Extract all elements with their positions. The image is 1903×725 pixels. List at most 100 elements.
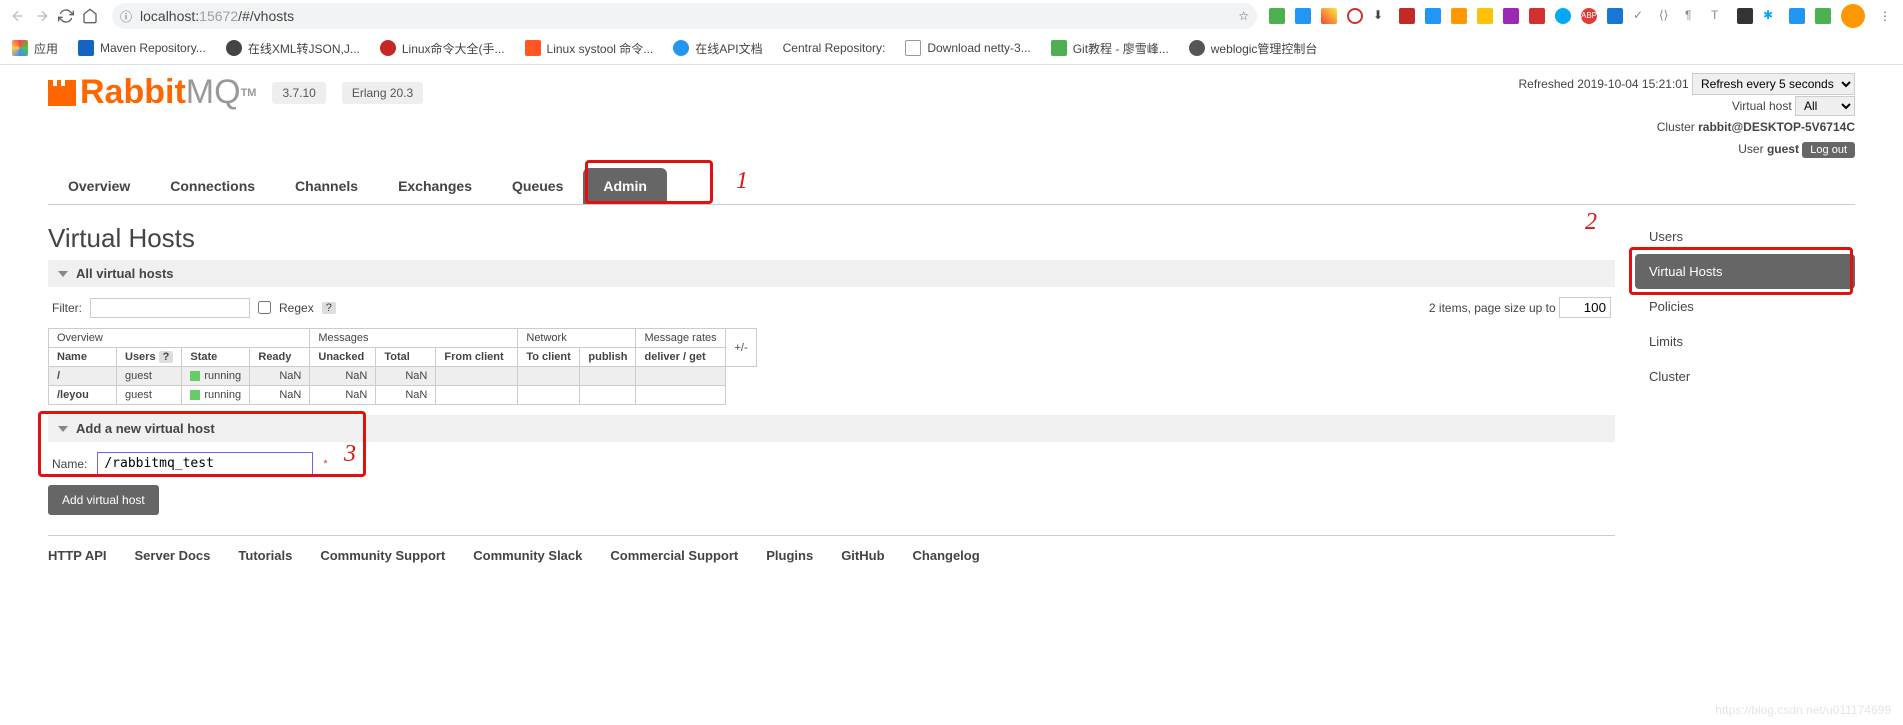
sidebar-item-limits[interactable]: Limits [1635,324,1855,359]
ext-icon[interactable] [1529,8,1545,24]
bookmark-item[interactable]: Git教程 - 廖雪峰... [1051,40,1169,57]
bookmark-item[interactable]: 在线XML转JSON,J... [226,40,360,57]
rabbit-icon [48,80,76,106]
admin-sidebar: 2 Users Virtual Hosts Policies Limits Cl… [1635,215,1855,575]
bookmark-apps[interactable]: 应用 [12,40,58,57]
rabbitmq-logo: RabbitMQTM [48,73,256,112]
browser-chrome: ⓘ localhost:15672/#/vhosts ☆ ⬇ ABP ✓ ⟨⟩ … [0,0,1903,65]
vhost-label: Virtual host [1732,99,1792,113]
vhost-name-input[interactable] [97,452,313,475]
columns-toggle[interactable]: +/- [726,329,756,367]
ext-icon[interactable] [1321,8,1337,24]
ext-icon[interactable] [1425,8,1441,24]
version-badge: 3.7.10 [272,82,325,104]
tab-admin[interactable]: Admin [583,168,667,204]
page-size-input[interactable] [1559,297,1611,318]
table-row[interactable]: /leyou guest running NaN NaN NaN [49,386,757,405]
section-add-vhost[interactable]: Add a new virtual host [48,415,1615,442]
ext-icon[interactable] [1555,8,1571,24]
menu-icon[interactable]: ⋮ [1875,6,1895,26]
ext-icon[interactable] [1269,8,1285,24]
required-indicator: * [323,458,327,470]
vhost-select[interactable]: All [1795,96,1855,116]
watermark: https://blog.csdn.net/u011174699 [1715,703,1891,717]
footer-link[interactable]: HTTP API [48,548,107,563]
regex-checkbox[interactable] [258,301,271,314]
annotation-num-2: 2 [1585,209,1597,236]
table-row[interactable]: / guest running NaN NaN NaN [49,367,757,386]
footer-link[interactable]: Commercial Support [610,548,738,563]
ext-icon[interactable] [1789,8,1805,24]
footer-link[interactable]: Community Slack [473,548,582,563]
name-label: Name: [52,457,87,471]
items-count: 2 items, page size up to [1429,301,1556,315]
tab-connections[interactable]: Connections [150,168,275,204]
bookmark-item[interactable]: Linux命令大全(手... [380,40,505,57]
sidebar-item-policies[interactable]: Policies [1635,289,1855,324]
back-icon[interactable] [8,6,28,26]
refresh-interval-select[interactable]: Refresh every 5 seconds [1692,73,1855,95]
extension-icons: ⬇ ABP ✓ ⟨⟩ ¶ T ✱ ⋮ [1269,4,1895,28]
running-indicator-icon [190,371,200,381]
url-bar[interactable]: ⓘ localhost:15672/#/vhosts ☆ [112,3,1257,29]
toggle-icon [58,426,68,432]
url-host: localhost: [140,8,199,24]
ext-icon[interactable] [1477,8,1493,24]
ext-icon[interactable] [1451,8,1467,24]
ext-icon[interactable] [1503,8,1519,24]
bookmark-item[interactable]: Central Repository: [783,41,886,55]
url-port: 15672 [199,8,238,24]
footer-link[interactable]: Server Docs [135,548,211,563]
footer-link[interactable]: GitHub [841,548,884,563]
sidebar-item-users[interactable]: Users [1635,219,1855,254]
toggle-icon [58,271,68,277]
ext-icon[interactable] [1737,8,1753,24]
logo-area: RabbitMQTM 3.7.10 Erlang 20.3 [48,73,423,112]
section-all-vhosts[interactable]: All virtual hosts [48,260,1615,287]
running-indicator-icon [190,390,200,400]
footer-link[interactable]: Changelog [913,548,980,563]
filter-input[interactable] [90,298,250,318]
vhosts-table: Overview Messages Network Message rates … [48,328,757,405]
ext-icon[interactable] [1295,8,1311,24]
bookmark-item[interactable]: Download netty-3... [905,40,1030,56]
bookmark-item[interactable]: 在线API文档 [673,40,762,57]
help-icon[interactable]: ? [322,302,336,314]
annotation-num-3: 3 [344,441,356,468]
tab-overview[interactable]: Overview [48,168,150,204]
annotation-num-1: 1 [736,168,748,195]
user-value: guest [1767,142,1799,156]
user-label: User [1738,142,1763,156]
ext-icon[interactable] [1347,8,1363,24]
tab-exchanges[interactable]: Exchanges [378,168,492,204]
cluster-value: rabbit@DESKTOP-5V6714C [1698,120,1855,134]
sidebar-item-vhosts[interactable]: Virtual Hosts [1635,254,1855,289]
add-vhost-button[interactable]: Add virtual host [48,485,159,515]
tab-channels[interactable]: Channels [275,168,378,204]
status-area: Refreshed 2019-10-04 15:21:01 Refresh ev… [1519,73,1855,160]
bookmark-item[interactable]: Maven Repository... [78,40,206,56]
footer-link[interactable]: Tutorials [238,548,292,563]
profile-avatar[interactable] [1841,4,1865,28]
footer: HTTP API Server Docs Tutorials Community… [48,535,1615,575]
footer-link[interactable]: Community Support [320,548,445,563]
reload-icon[interactable] [56,6,76,26]
logout-button[interactable]: Log out [1802,142,1855,158]
filter-label: Filter: [52,301,82,315]
url-path: /#/vhosts [238,8,294,24]
nav-tabs: Overview Connections Channels Exchanges … [48,168,1855,205]
bookmark-item[interactable]: weblogic管理控制台 [1189,40,1318,57]
ext-icon[interactable] [1815,8,1831,24]
erlang-badge: Erlang 20.3 [342,82,423,104]
footer-link[interactable]: Plugins [766,548,813,563]
regex-label: Regex [279,301,314,315]
tab-queues[interactable]: Queues [492,168,583,204]
forward-icon[interactable] [32,6,52,26]
sidebar-item-cluster[interactable]: Cluster [1635,359,1855,394]
star-icon[interactable]: ☆ [1238,9,1249,23]
cluster-label: Cluster [1657,120,1695,134]
bookmark-item[interactable]: Linux systool 命令... [525,40,654,57]
home-icon[interactable] [80,6,100,26]
ext-icon[interactable] [1607,8,1623,24]
ext-icon[interactable] [1399,8,1415,24]
